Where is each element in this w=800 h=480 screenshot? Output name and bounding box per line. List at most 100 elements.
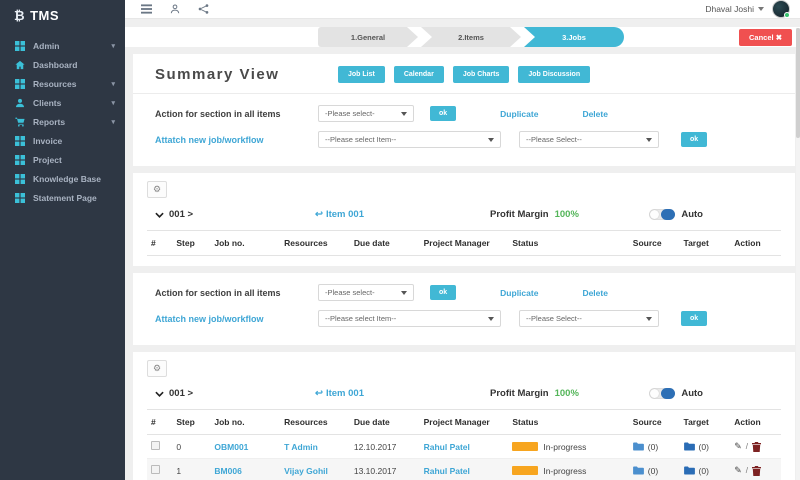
workflow-select[interactable]: --Please Select-- <box>519 310 659 327</box>
source-files[interactable]: (0) <box>632 442 676 452</box>
folder-icon <box>632 442 644 451</box>
action-block-1: Action for section in all items -Please … <box>133 94 795 166</box>
step-cell: 0 <box>172 434 211 459</box>
item-link[interactable]: ↩ Item 001 <box>315 209 490 220</box>
reply-arrow-icon: ↩ <box>315 388 323 399</box>
job-no-link[interactable]: OBM001 <box>214 442 248 452</box>
sidebar: ₿ TMS Admin ▾ Dashboard Resources ▾ Clie… <box>0 0 125 480</box>
sidebar-item-project[interactable]: Project <box>0 150 125 169</box>
ok-button[interactable]: ok <box>681 132 708 147</box>
row-checkbox[interactable] <box>151 465 160 474</box>
home-icon <box>14 59 25 70</box>
item-select[interactable]: --Please select Item-- <box>318 131 501 148</box>
scrollbar[interactable] <box>796 28 800 480</box>
topbar: Dhaval Joshi <box>125 0 800 19</box>
target-files[interactable]: (0) <box>683 442 727 452</box>
edit-icon[interactable]: ✎ <box>734 441 742 452</box>
sidebar-item-dashboard[interactable]: Dashboard <box>0 55 125 74</box>
calendar-button[interactable]: Calendar <box>393 66 444 83</box>
caret-down-icon <box>646 137 652 142</box>
attach-link[interactable]: Attatch new job/workflow <box>155 314 318 324</box>
sidebar-item-knowledge-base[interactable]: Knowledge Base <box>0 169 125 188</box>
delete-link[interactable]: Delete <box>582 109 608 119</box>
folder-icon <box>632 466 644 475</box>
sidebar-item-reports[interactable]: Reports ▾ <box>0 112 125 131</box>
job-no-link[interactable]: BM006 <box>214 466 241 476</box>
auto-toggle[interactable] <box>649 388 676 399</box>
grid-icon <box>14 40 25 51</box>
section-header: 001 > ↩ Item 001 Profit Margin 100% Auto <box>155 209 773 220</box>
sidebar-item-label: Resources <box>33 78 77 89</box>
action-select[interactable]: -Please select- <box>318 284 414 301</box>
section-header: 001 > ↩ Item 001 Profit Margin 100% Auto <box>155 388 773 399</box>
sidebar-item-statement-page[interactable]: Statement Page <box>0 188 125 207</box>
menu-icon[interactable] <box>141 4 152 14</box>
resource-link[interactable]: T Admin <box>284 442 318 452</box>
job-list-button[interactable]: Job List <box>338 66 385 83</box>
profit-margin: Profit Margin 100% <box>490 209 579 220</box>
section-code-toggle[interactable]: 001 > <box>155 388 315 399</box>
item-link[interactable]: ↩ Item 001 <box>315 388 490 399</box>
grid-icon <box>14 135 25 146</box>
step-cell: 1 <box>172 458 211 480</box>
sidebar-item-label: Statement Page <box>33 192 97 203</box>
brand-logo: ₿ TMS <box>0 0 125 30</box>
resource-link[interactable]: Vijay Gohil <box>284 466 328 476</box>
grid-icon <box>14 173 25 184</box>
wizard-step-items[interactable]: 2.Items <box>421 27 521 47</box>
grid-icon <box>14 154 25 165</box>
sidebar-item-clients[interactable]: Clients ▾ <box>0 93 125 112</box>
row-checkbox[interactable] <box>151 441 160 450</box>
caret-down-icon <box>488 316 494 321</box>
chevron-down-icon: ▾ <box>111 42 115 50</box>
item-select[interactable]: --Please select Item-- <box>318 310 501 327</box>
target-files[interactable]: (0) <box>683 466 727 476</box>
user-menu[interactable]: Dhaval Joshi <box>705 0 790 18</box>
app-window: ₿ TMS Admin ▾ Dashboard Resources ▾ Clie… <box>0 0 800 480</box>
profit-margin: Profit Margin 100% <box>490 388 579 399</box>
wizard-step-jobs[interactable]: 3.Jobs <box>524 27 624 47</box>
sidebar-item-label: Knowledge Base <box>33 173 102 184</box>
gear-icon[interactable]: ⚙ <box>147 181 167 198</box>
jobs-table-1: # Step Job no. Resources Due date Projec… <box>147 230 781 256</box>
ok-button[interactable]: ok <box>681 311 708 326</box>
auto-toggle[interactable] <box>649 209 676 220</box>
sidebar-item-resources[interactable]: Resources ▾ <box>0 74 125 93</box>
sidebar-item-invoice[interactable]: Invoice <box>0 131 125 150</box>
section-code-toggle[interactable]: 001 > <box>155 209 315 220</box>
project-manager-link[interactable]: Rahul Patel <box>424 442 470 452</box>
duplicate-link[interactable]: Duplicate <box>500 288 538 298</box>
gear-icon[interactable]: ⚙ <box>147 360 167 377</box>
sidebar-item-admin[interactable]: Admin ▾ <box>0 36 125 55</box>
attach-link[interactable]: Attatch new job/workflow <box>155 135 318 145</box>
share-icon[interactable] <box>198 4 209 14</box>
wizard-step-general[interactable]: 1.General <box>318 27 418 47</box>
auto-label: Auto <box>681 209 703 220</box>
sidebar-item-label: Invoice <box>33 135 63 146</box>
edit-icon[interactable]: ✎ <box>734 465 742 476</box>
cancel-button[interactable]: Cancel ✖ <box>739 28 792 46</box>
project-manager-link[interactable]: Rahul Patel <box>424 466 470 476</box>
avatar <box>772 0 790 18</box>
trash-icon[interactable] <box>752 441 762 452</box>
duplicate-link[interactable]: Duplicate <box>500 109 538 119</box>
summary-header: Summary View Job List Calendar Job Chart… <box>133 54 795 94</box>
ok-button[interactable]: ok <box>430 285 457 300</box>
trash-icon[interactable] <box>752 465 762 476</box>
table-row: 0 OBM001 T Admin 12.10.2017 Rahul Patel … <box>147 434 781 459</box>
job-discussion-button[interactable]: Job Discussion <box>518 66 591 83</box>
folder-icon <box>683 466 695 475</box>
scrollbar-thumb[interactable] <box>796 28 800 138</box>
attach-row: Attatch new job/workflow --Please select… <box>155 310 775 327</box>
delete-link[interactable]: Delete <box>582 288 608 298</box>
action-select[interactable]: -Please select- <box>318 105 414 122</box>
due-date-cell: 13.10.2017 <box>349 458 420 480</box>
caret-down-icon <box>401 290 407 295</box>
user-icon[interactable] <box>170 4 180 14</box>
source-files[interactable]: (0) <box>632 466 676 476</box>
workflow-select[interactable]: --Please Select-- <box>519 131 659 148</box>
job-charts-button[interactable]: Job Charts <box>452 66 510 83</box>
ok-button[interactable]: ok <box>430 106 457 121</box>
sidebar-nav: Admin ▾ Dashboard Resources ▾ Clients ▾ … <box>0 30 125 207</box>
sidebar-item-label: Dashboard <box>33 59 78 70</box>
